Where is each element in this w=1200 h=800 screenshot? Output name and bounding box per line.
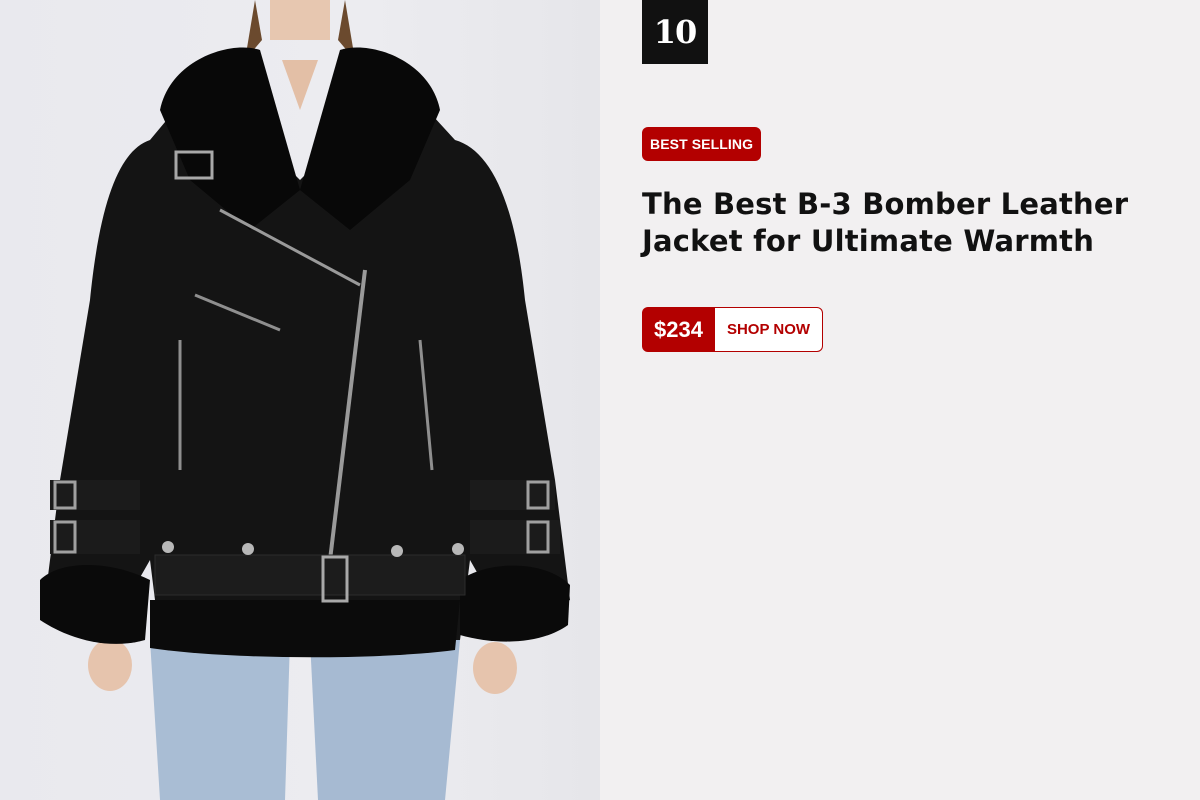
shop-now-button[interactable]: SHOP NOW (714, 307, 824, 352)
rank-number: 10 (642, 0, 708, 64)
product-image[interactable] (0, 0, 600, 800)
product-card: 10 BEST SELLING The Best B-3 Bomber Leat… (0, 0, 1200, 800)
jacket-illustration (40, 0, 570, 800)
price-tag: $234 (642, 307, 715, 352)
best-selling-badge: BEST SELLING (642, 127, 762, 161)
product-title[interactable]: The Best B-3 Bomber Leather Jacket for U… (642, 186, 1162, 260)
purchase-row: $234 SHOP NOW (642, 307, 824, 352)
